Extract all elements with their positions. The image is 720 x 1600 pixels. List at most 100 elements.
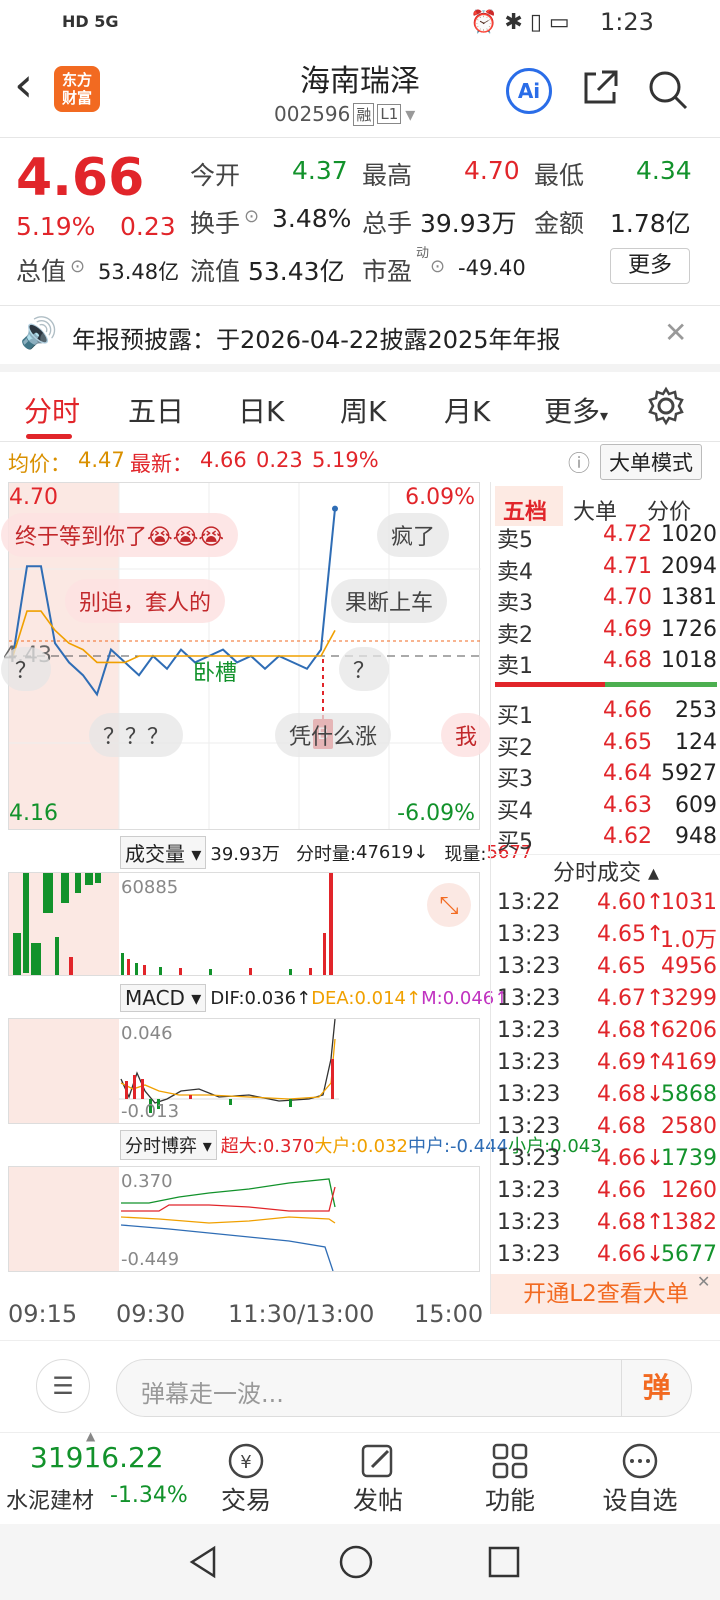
macd-m: M:0.046 [421,987,495,1009]
danmaku-bubble[interactable]: ？？？ [89,713,184,757]
tick-time: 13:23 [497,922,561,947]
danmaku-bubble[interactable]: 凭什么涨 [275,713,392,757]
ask-level: 卖4 [497,559,533,585]
danmaku-bubble[interactable]: 我 [441,713,492,757]
trade-button[interactable]: ¥ 交易 [196,1441,296,1517]
amount-value: 1.78亿 [610,209,691,238]
ai-button[interactable]: Ai [506,68,552,114]
info-icon[interactable]: ⊙ [244,206,259,227]
pct-bottom-label: -6.09% [397,801,475,826]
bid-row[interactable]: 买1 4.66 253 [491,698,720,730]
tab-five-day[interactable]: 五日 [128,390,184,430]
tab-daily-k[interactable]: 日K [238,390,284,430]
macd-bottom-label: -0.013 [121,1101,180,1122]
functions-button[interactable]: 功能 [460,1441,560,1517]
close-icon[interactable]: ✕ [697,1272,710,1291]
pe-dynamic-tag: 动 [416,246,430,261]
change-pct: 5.19% [16,212,96,241]
tick-volume: 6206 [661,1018,717,1043]
tab-intraday[interactable]: 分时 [24,390,80,430]
volume-value: 39.93万 [420,209,517,238]
danmaku-inline: 卧槽 [193,661,238,686]
danmaku-bubble[interactable]: 终于等到你了😭😭😭 [1,513,239,557]
pct-top-label: 6.09% [405,485,475,510]
bid-row[interactable]: 买4 4.63 609 [491,793,720,825]
nav-back-icon[interactable] [184,1542,224,1582]
ask-row[interactable]: 卖5 4.72 1020 [491,522,720,554]
active-tab-indicator [26,434,72,439]
yen-icon: ¥ [196,1441,296,1481]
nav-home-icon[interactable] [336,1542,376,1582]
danmaku-bubble[interactable]: ？ [339,647,390,691]
ask-row[interactable]: 卖2 4.69 1726 [491,617,720,649]
danmaku-bubble[interactable]: 果断上车 [331,579,448,623]
send-danmaku-button[interactable]: 弹 [621,1360,691,1416]
latest-value: 4.66 [200,448,247,472]
ask-volume: 1020 [661,522,717,547]
tick-price: 4.68↑ [597,1210,665,1235]
danmaku-bubble[interactable]: 别追，套人的 [65,579,226,623]
svg-text:¥: ¥ [240,1452,251,1473]
flow-dropdown[interactable]: 分时博弈 ▾ [120,1130,217,1160]
volume-dropdown[interactable]: 成交量 ▾ [120,836,207,869]
index-ticker[interactable]: ▲ 31916.22 水泥建材 -1.34% [4,1429,204,1523]
ask-row[interactable]: 卖4 4.71 2094 [491,554,720,586]
bid-row[interactable]: 买3 4.64 5927 [491,761,720,793]
volume-header: 成交量 ▾ 39.93万 分时量: 47619 ↓ 现量: 5677 [120,836,532,869]
tab-more-label: 更多 [544,395,601,428]
latest-change: 0.23 [256,448,303,472]
tick-row: 13:23 4.65↑ 1.0万 [491,922,720,954]
tab-more[interactable]: 更多▾ [544,390,608,430]
tick-price: 4.68 [597,1114,646,1139]
edit-icon [328,1441,428,1481]
intraday-chart[interactable]: B 4.70 4.43 4.16 6.09% -6.09% 终于等到你了😭😭😭 … [0,482,602,1314]
tab-weekly-k[interactable]: 周K [340,390,386,430]
tick-price: 4.60↑ [597,890,665,915]
time-axis: 09:15 09:30 11:30/13:00 15:00 [0,1300,490,1340]
danmaku-input[interactable]: 弹幕走一波... 弹 [116,1359,692,1417]
share-icon[interactable] [580,68,620,108]
chevron-down-icon: ▾ [405,102,416,126]
status-icons: ⏰ ✱ ▯ ▭ [470,10,570,35]
info-icon[interactable]: ⊙ [430,256,445,277]
big-order-mode-button[interactable]: 大单模式 [600,444,702,480]
help-icon[interactable]: ⓘ [568,446,590,478]
ask-row[interactable]: 卖3 4.70 1381 [491,585,720,617]
info-icon[interactable]: ⊙ [70,256,85,277]
macd-dropdown[interactable]: MACD ▾ [120,984,207,1012]
tick-time: 13:23 [497,1082,561,1107]
tab-monthly-k[interactable]: 月K [444,390,490,430]
l2-upgrade-banner[interactable]: 开通L2查看大单 [491,1274,720,1314]
bid-row[interactable]: 买2 4.65 124 [491,730,720,762]
danmaku-bubble[interactable]: 疯了 [377,513,450,557]
ticks-header[interactable]: 分时成交 ▴ [491,854,720,888]
app-header: ‹ 东方 财富 海南瑞泽 002596 融 L1 ▾ Ai [0,48,720,138]
system-nav-bar [0,1524,720,1600]
danmaku-settings-icon[interactable]: ☰ [36,1359,90,1413]
announcement-bar[interactable]: 🔊 年报预披露：于2026-04-22披露2025年年报 ✕ [0,306,720,372]
bid-volume: 5927 [661,761,717,786]
quote-panel: 4.66 5.19% 0.23 今开 4.37 最高 4.70 最低 4.34 … [0,138,720,306]
danmaku-bubble[interactable]: ？ [1,647,52,691]
bid-row[interactable]: 买5 4.62 948 [491,824,720,856]
tick-price: 4.68↓ [597,1082,665,1107]
more-button[interactable]: 更多 [610,248,690,284]
gear-icon[interactable] [646,386,686,426]
tick-price: 4.68↑ [597,1018,665,1043]
ask-price: 4.70 [603,585,652,610]
tick-row: 13:23 4.68 2580 [491,1114,720,1146]
open-label: 今开 [190,161,241,190]
expand-icon[interactable]: ⤡ [427,883,471,927]
ask-ratio-bar [495,682,605,687]
close-icon[interactable]: ✕ [664,316,687,349]
search-icon[interactable] [646,68,690,112]
danmaku-placeholder: 弹幕走一波... [141,1380,284,1408]
index-change: -1.34% [110,1483,188,1508]
tick-row: 13:23 4.68↑ 6206 [491,1018,720,1050]
stock-code-row[interactable]: 002596 融 L1 ▾ [274,102,415,126]
post-button[interactable]: 发帖 [328,1441,428,1517]
ask-row[interactable]: 卖1 4.68 1018 [491,648,720,680]
add-watchlist-button[interactable]: 设自选 [590,1441,690,1517]
nav-recents-icon[interactable] [484,1542,524,1582]
margin-tag: 融 [353,102,375,126]
